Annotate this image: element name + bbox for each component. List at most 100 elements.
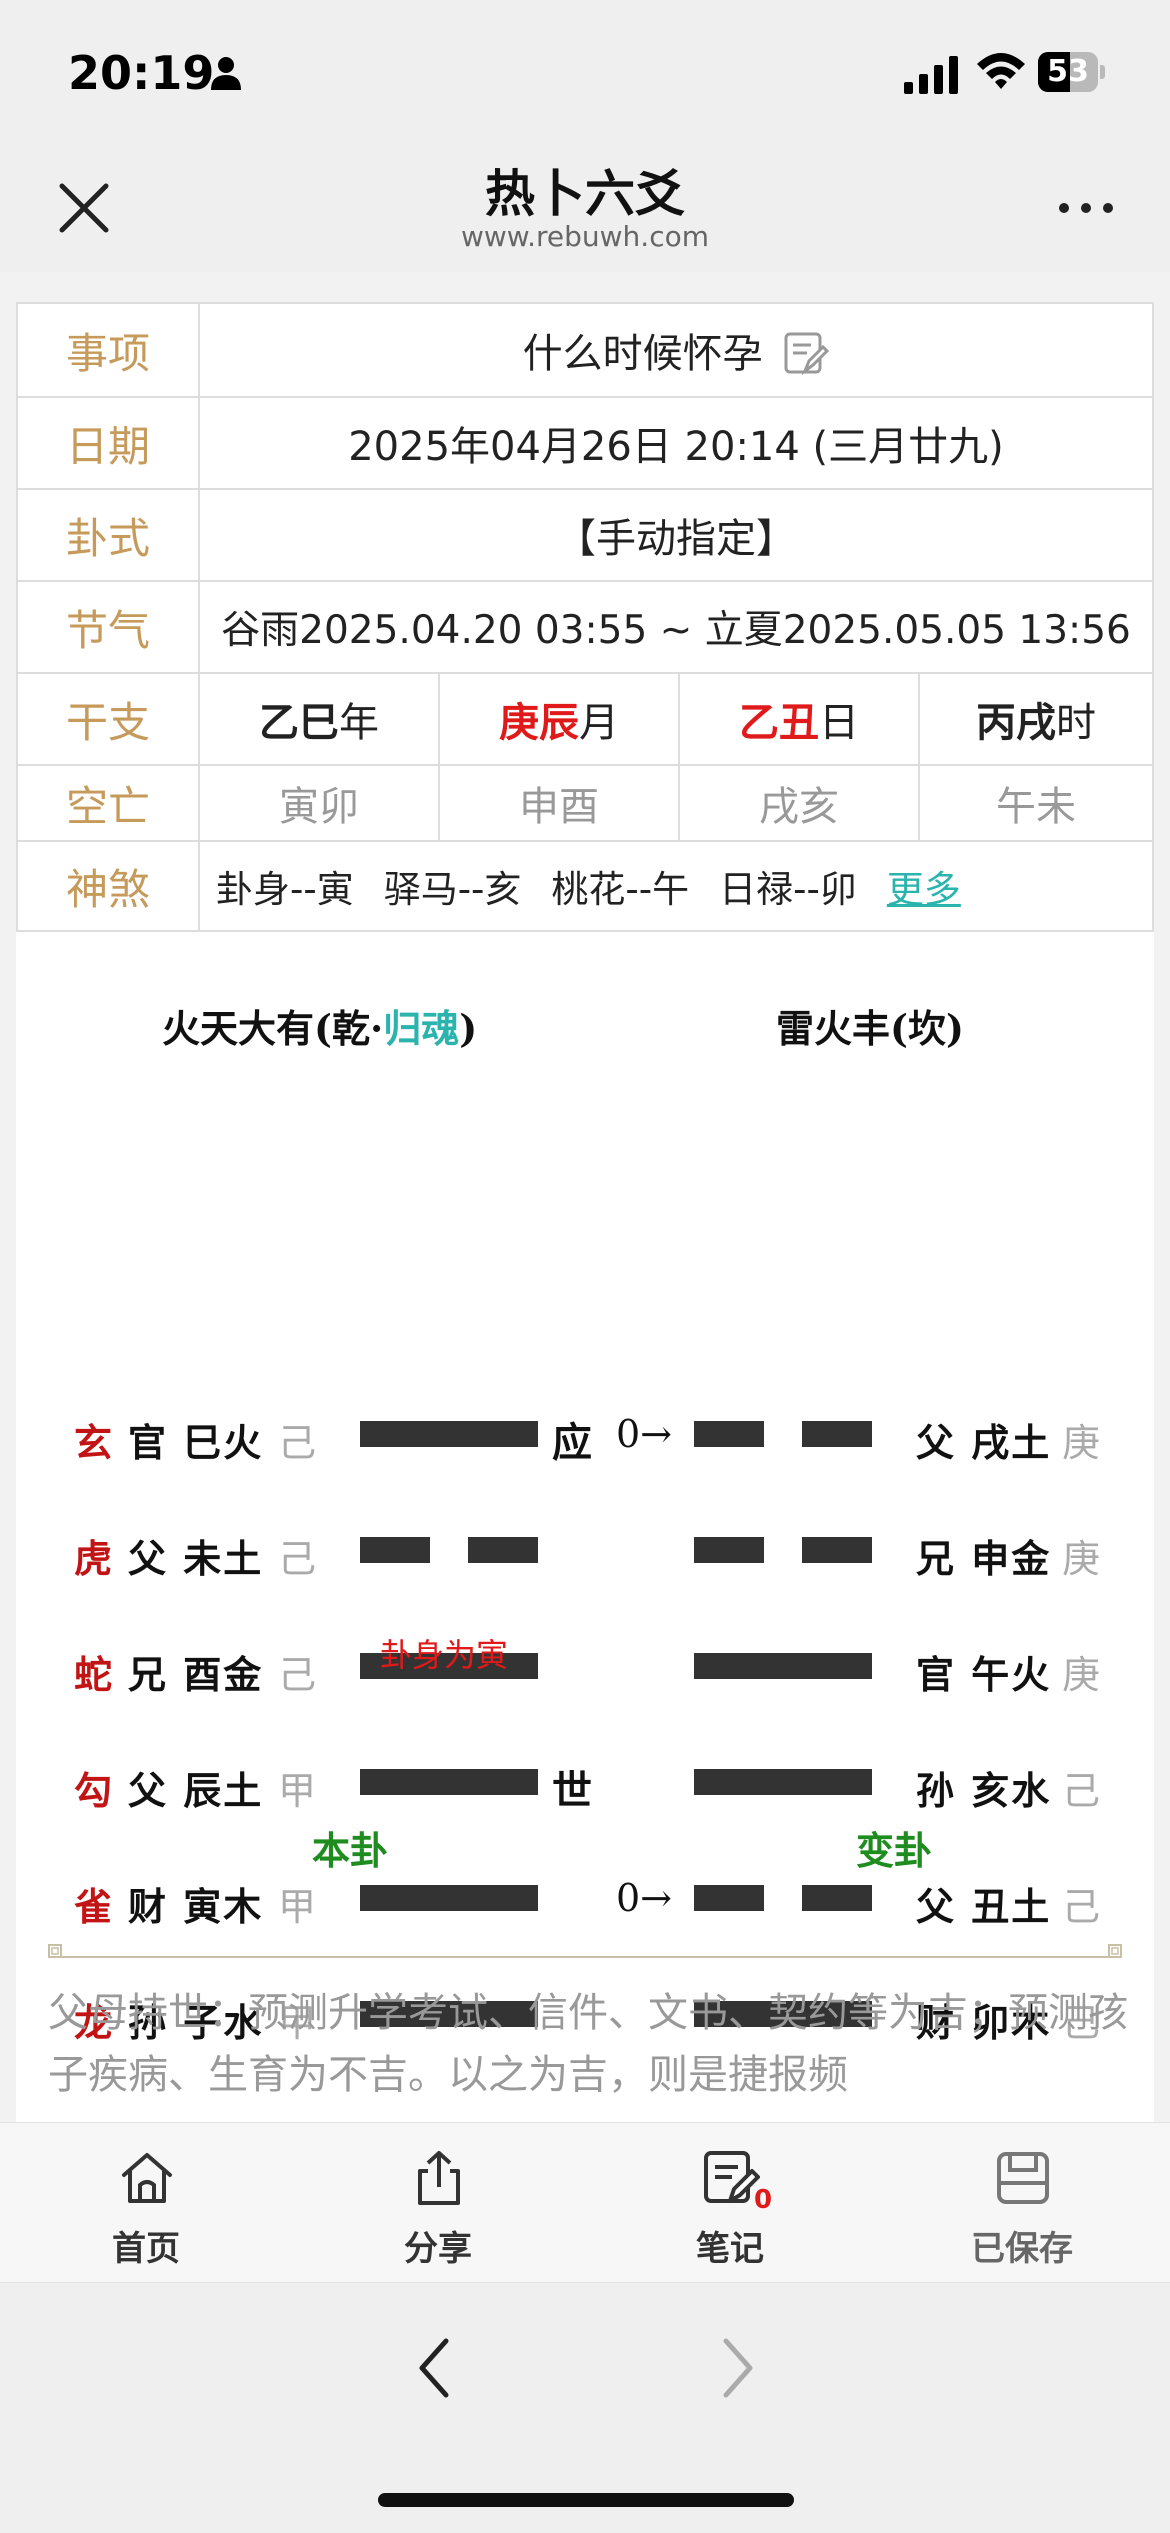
bian-gua-liuqin: 官 午火 [916,1653,1052,1697]
shensha-item: 卦身--寅 [216,868,354,911]
kongwang-day: 戌亥 [678,764,920,842]
edit-icon[interactable] [783,331,830,377]
bian-gua-liuqin: 父 戌土 [916,1421,1052,1465]
date-label: 日期 [16,396,200,490]
bian-gua-liuqin: 孙 亥水 [916,1769,1052,1813]
page-title: 热卜六爻 [485,165,685,223]
bian-gua-yin-segment [694,1885,764,1911]
back-icon[interactable] [410,2333,460,2403]
ben-gua-stem: 己 [278,1653,317,1697]
bian-gua-yin-segment [694,1421,764,1447]
main-content: 事项 什么时候怀孕 日期 2025年04月26日 20:14 (三月廿九) 卦式… [16,302,1154,2122]
shensha-cell: 卦身--寅 驿马--亥 桃花--午 日禄--卯 更多 [198,840,1154,932]
home-icon [122,2153,172,2203]
more-icon[interactable] [1058,200,1114,216]
wifi-icon [977,53,1025,89]
yao-line-row: 玄官 巳火己 应 0→ 父 戌土庚 [16,1404,1154,1466]
jieqi-label: 节气 [16,580,200,674]
more-link[interactable]: 更多 [887,868,961,911]
forward-icon[interactable] [712,2333,762,2403]
ben-gua-name: 火天大有(乾·归魂) [162,998,477,1053]
date-value: 2025年04月26日 20:14 (三月廿九) [198,396,1154,490]
ganzhi-month: 庚辰月 [438,672,680,766]
moving-line-arrow: 0→ [616,1412,673,1456]
ben-gua-yang-segment [360,1885,538,1911]
ben-gua-liuqin: 官 巳火 [128,1421,264,1465]
moving-line-arrow: 0→ [616,1876,673,1920]
jieqi-value: 谷雨2025.04.20 03:55 ~ 立夏2025.05.05 13:56 [198,580,1154,674]
ben-gua-stem: 己 [278,1421,317,1465]
shensha-item: 驿马--亥 [383,868,522,911]
ben-gua-liuqin: 财 寅木 [128,1885,264,1929]
ganzhi-unit: 时 [1056,700,1096,746]
ganzhi-label: 干支 [16,672,200,766]
ben-gua-liuqin: 兄 酉金 [128,1653,264,1697]
ganzhi-gz: 乙巳 [259,700,339,746]
shi-ying-mark: 应 [552,1420,592,1466]
ben-gua-yang-segment [360,1421,538,1447]
signal-icon [904,56,958,94]
six-beast: 勾 [74,1769,113,1813]
six-beast: 虎 [74,1537,113,1581]
shi-ying-mark: 世 [552,1768,592,1814]
battery-icon: 53 [1038,52,1106,92]
home-indicator [378,2493,794,2507]
nav-bar: 热卜六爻 www.rebuwh.com [0,140,1170,272]
notes-icon [704,2151,760,2203]
shensha-item: 日禄--卯 [719,868,857,911]
bian-gua-liuqin: 父 丑土 [916,1885,1052,1929]
status-bar: 20:19 53 [0,0,1170,140]
ben-gua-name-a: 火天大有(乾· [162,1006,384,1051]
ben-gua-stem: 甲 [278,1769,317,1813]
tab-share[interactable]: 分享 [292,2123,584,2283]
kongwang-year: 寅卯 [198,764,440,842]
tab-home-label: 首页 [112,2229,180,2269]
ganzhi-unit: 月 [579,700,619,746]
tab-saved[interactable]: 已保存 [876,2123,1168,2283]
tab-notes[interactable]: 0 笔记 [584,2123,876,2283]
bian-gua-stem: 庚 [1062,1421,1101,1465]
tab-home[interactable]: 首页 [0,2123,292,2283]
gua-label: 卦式 [16,488,200,582]
six-beast: 蛇 [74,1653,113,1697]
item-label: 事项 [16,302,200,398]
clock: 20:19 [68,46,215,100]
ben-gua-stem: 甲 [278,1885,317,1929]
ben-gua-gui-hun: 归魂 [383,1006,460,1051]
bian-gua-label: 变卦 [856,1829,933,1873]
ganzhi-day: 乙丑日 [678,672,920,766]
kongwang-month: 申酉 [438,764,680,842]
bian-gua-yang-segment [694,1653,872,1679]
ganzhi-unit: 日 [819,700,859,746]
ben-gua-yang-segment [360,1769,538,1795]
browser-toolbar [0,2282,1170,2533]
bian-gua-yin-segment [802,1885,872,1911]
kongwang-hour: 午未 [918,764,1154,842]
tab-share-label: 分享 [404,2229,472,2269]
ganzhi-gz: 乙丑 [739,700,819,746]
item-value: 什么时候怀孕 [522,331,763,377]
info-table: 事项 什么时候怀孕 日期 2025年04月26日 20:14 (三月廿九) 卦式… [16,302,1154,932]
tab-bar: 首页 分享 0 笔记 已保存 [0,2122,1170,2283]
divider [48,1944,1122,1958]
ganzhi-gz: 庚辰 [499,700,579,746]
ben-gua-yin-segment [468,1537,538,1563]
bian-gua-liuqin: 兄 申金 [916,1537,1052,1581]
notes-badge: 0 [754,2185,773,2215]
yao-line-row: 勾父 辰土甲 世 孙 亥水己 [16,1752,1154,1814]
shensha-label: 神煞 [16,840,200,932]
bian-gua-name: 雷火丰(坎) [776,1006,964,1051]
ganzhi-hour: 丙戌时 [918,672,1154,766]
ganzhi-unit: 年 [339,700,379,746]
item-cell: 什么时候怀孕 [198,302,1154,398]
bian-gua-stem: 己 [1062,1885,1101,1929]
share-icon [418,2151,460,2205]
ben-gua-stem: 己 [278,1537,317,1581]
six-beast: 雀 [74,1885,113,1929]
interpretation-text: 父母持世：预测升学考试、信件、文书、契约等为吉；预测孩子疾病、生育为不吉。以之为… [48,1990,1128,2098]
shensha-item: 桃花--午 [551,868,690,911]
ganzhi-gz: 丙戌 [976,700,1056,746]
ben-gua-yin-segment [360,1537,430,1563]
kongwang-label: 空亡 [16,764,200,842]
battery-percent: 53 [1047,54,1089,89]
